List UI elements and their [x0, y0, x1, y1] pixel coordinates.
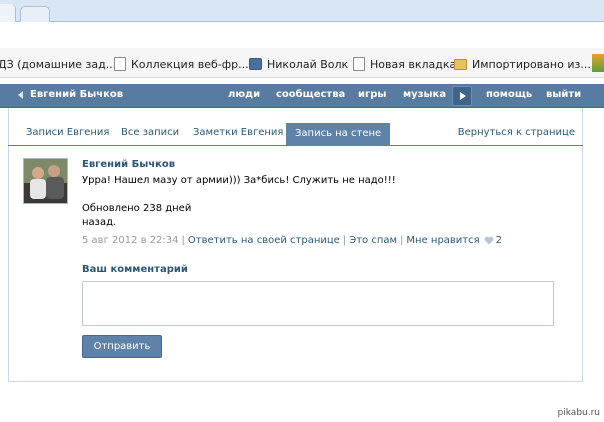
bookmark-label: Новая вкладка	[370, 57, 457, 71]
extension-icon[interactable]	[592, 54, 604, 72]
bookmark-item[interactable]: Коллекция веб-фр...	[114, 56, 249, 72]
bookmarks-bar: ДЗ (домашние зад... Коллекция веб-фр... …	[0, 48, 604, 78]
watermark: pikabu.ru	[557, 408, 600, 418]
post-text-line: Урра! Нашел мазу от армии))) За*бись! Сл…	[82, 175, 396, 186]
post-text-line: назад.	[82, 217, 117, 228]
browser-tab[interactable]	[0, 4, 16, 22]
nav-communities[interactable]: сообщества	[276, 89, 345, 100]
header-user-name[interactable]: Евгений Бычков	[30, 89, 123, 100]
bookmark-item[interactable]: Импортировано из...	[454, 56, 591, 72]
bookmark-item[interactable]: ДЗ (домашние зад...	[0, 56, 116, 72]
heart-icon[interactable]	[484, 236, 494, 245]
post-text-line: Обновлено 238 дней	[82, 203, 192, 214]
like-count[interactable]: 2	[496, 235, 502, 246]
tab-user-posts[interactable]: Записи Евгения	[26, 127, 109, 138]
spam-link[interactable]: Это спам	[349, 235, 397, 246]
bookmark-label: ДЗ (домашние зад...	[0, 57, 117, 71]
tab-all-posts[interactable]: Все записи	[121, 127, 179, 138]
avatar-photo	[24, 159, 67, 203]
post-text: Урра! Нашел мазу от армии))) За*бись! Сл…	[82, 174, 396, 230]
post-author[interactable]: Евгений Бычков	[82, 159, 175, 170]
nav-games[interactable]: игры	[358, 89, 386, 100]
bookmark-label: Импортировано из...	[472, 57, 591, 71]
post-meta: 5 авг 2012 в 22:34 | Ответить на своей с…	[82, 235, 502, 246]
bookmark-label: Коллекция веб-фр...	[131, 57, 249, 71]
nav-music[interactable]: музыка	[403, 89, 446, 100]
avatar[interactable]	[23, 158, 68, 204]
separator: |	[400, 235, 404, 246]
tab-notes[interactable]: Заметки Евгения	[193, 127, 283, 138]
nav-logout[interactable]: выйти	[546, 89, 581, 100]
bookmark-label: Николай Волк	[267, 57, 349, 71]
comment-input[interactable]	[82, 281, 554, 326]
bookmark-item[interactable]: Николай Волк	[249, 56, 348, 72]
folder-icon	[454, 58, 467, 70]
site-header: Евгений Бычков люди сообщества игры музы…	[0, 84, 604, 108]
post-date[interactable]: 5 авг 2012 в 22:34	[82, 235, 179, 246]
back-to-page-link[interactable]: Вернуться к странице	[458, 127, 575, 138]
reply-link[interactable]: Ответить на своей странице	[188, 235, 340, 246]
page-icon	[114, 57, 126, 71]
back-arrow-icon[interactable]	[18, 91, 23, 99]
page-icon	[353, 57, 365, 71]
bookmark-item[interactable]: Новая вкладка	[353, 56, 456, 72]
separator: |	[181, 235, 185, 246]
comment-label: Ваш комментарий	[82, 264, 188, 275]
tab-wall-post[interactable]: Запись на стене	[286, 123, 391, 146]
like-link[interactable]: Мне нравится	[406, 235, 479, 246]
tabs-bar: Записи Евгения Все записи Заметки Евгени…	[8, 123, 583, 146]
browser-tab-strip	[0, 0, 604, 22]
nav-people[interactable]: люди	[228, 89, 260, 100]
new-tab-button[interactable]	[20, 6, 50, 22]
vk-icon	[249, 58, 262, 70]
separator: |	[342, 235, 347, 246]
nav-help[interactable]: помощь	[486, 89, 532, 100]
send-button[interactable]: Отправить	[82, 335, 162, 358]
play-icon[interactable]	[452, 86, 472, 106]
